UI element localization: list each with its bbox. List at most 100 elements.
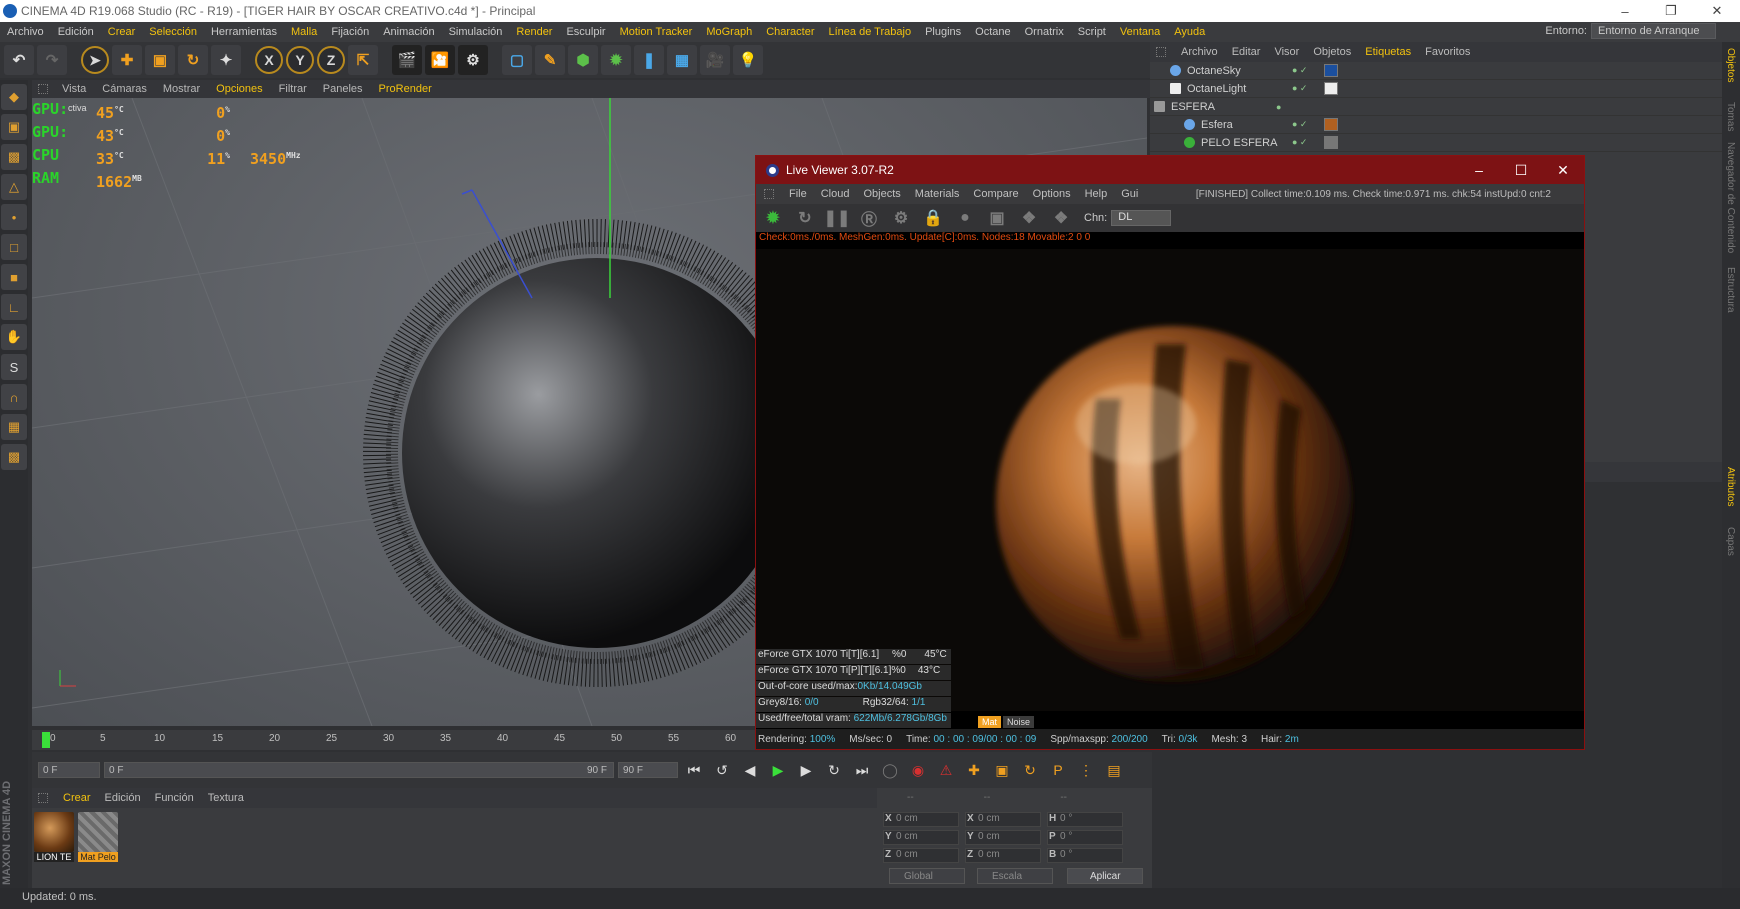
menu-character[interactable]: Character: [759, 26, 821, 38]
object-row[interactable]: ESFERA ●: [1150, 98, 1722, 116]
menu-motion-tracker[interactable]: Motion Tracker: [613, 26, 700, 38]
visibility-flags[interactable]: ●: [1276, 102, 1306, 112]
size-x-field[interactable]: X0 cm: [965, 812, 1041, 827]
floor-icon[interactable]: ▦: [667, 45, 697, 75]
om-menu-objetos[interactable]: Objetos: [1306, 46, 1358, 58]
pick-material-icon[interactable]: ❖: [1048, 206, 1074, 230]
pick-focus-icon[interactable]: ❖: [1016, 206, 1042, 230]
go-to-end-icon[interactable]: ⏭: [850, 758, 874, 782]
region-render-icon[interactable]: Ⓡ: [856, 206, 882, 230]
render-settings-icon[interactable]: ⚙: [458, 45, 488, 75]
rotate-tool-icon[interactable]: ↻: [178, 45, 208, 75]
apply-button[interactable]: Aplicar: [1067, 868, 1143, 884]
lv-menu-options[interactable]: Options: [1026, 188, 1078, 200]
undo-icon[interactable]: ↶: [4, 45, 34, 75]
texture-mode-icon[interactable]: ▩: [1, 144, 27, 170]
subsampling-icon[interactable]: ▣: [984, 206, 1010, 230]
menu-malla[interactable]: Malla: [284, 26, 324, 38]
size-mode-dropdown[interactable]: Escala: [977, 868, 1053, 884]
maximize-button[interactable]: ❐: [1648, 0, 1694, 22]
size-z-field[interactable]: Z0 cm: [965, 848, 1041, 863]
axis-mode-icon[interactable]: ∟: [1, 294, 27, 320]
lock-workplane-icon[interactable]: ▦: [1, 414, 27, 440]
next-frame-icon[interactable]: ▶: [794, 758, 818, 782]
om-menu-favoritos[interactable]: Favoritos: [1418, 46, 1477, 58]
material-tag-icon[interactable]: [1324, 136, 1338, 149]
material-swatch[interactable]: Mat Pelo: [78, 812, 118, 866]
menu-seleccion[interactable]: Selección: [142, 26, 204, 38]
next-keyframe-icon[interactable]: ↻: [822, 758, 846, 782]
menu-plugins[interactable]: Plugins: [918, 26, 968, 38]
pause-icon[interactable]: ❚❚: [824, 206, 851, 230]
octane-tag-icon[interactable]: [1324, 64, 1338, 77]
key-position-icon[interactable]: ✚: [962, 758, 986, 782]
om-menu-etiquetas[interactable]: Etiquetas: [1358, 46, 1418, 58]
lv-menu-help[interactable]: Help: [1078, 188, 1115, 200]
om-menu-visor[interactable]: Visor: [1267, 46, 1306, 58]
lv-maximize-button[interactable]: ☐: [1500, 156, 1542, 184]
lv-menu-cloud[interactable]: Cloud: [814, 188, 857, 200]
noise-tag[interactable]: Noise: [1003, 716, 1035, 728]
coordinate-system-icon[interactable]: ⇱: [348, 45, 378, 75]
subdivision-icon[interactable]: ⬢: [568, 45, 598, 75]
menu-octane[interactable]: Octane: [968, 26, 1017, 38]
texture-tag-icon[interactable]: [1324, 118, 1338, 131]
magnet-icon[interactable]: ∩: [1, 384, 27, 410]
lock-icon[interactable]: 🔒: [920, 206, 946, 230]
lv-minimize-button[interactable]: –: [1458, 156, 1500, 184]
position-x-field[interactable]: X0 cm: [883, 812, 959, 827]
end-frame-field[interactable]: 90 F: [618, 762, 678, 778]
polygons-mode-icon[interactable]: ■: [1, 264, 27, 290]
rotation-p-field[interactable]: P0 °: [1047, 830, 1123, 845]
timeline-playhead[interactable]: [42, 732, 50, 748]
redo-icon[interactable]: ↷: [37, 45, 67, 75]
position-y-field[interactable]: Y0 cm: [883, 830, 959, 845]
menu-ornatrix[interactable]: Ornatrix: [1018, 26, 1071, 38]
channel-dropdown[interactable]: DL: [1111, 210, 1172, 226]
grid-icon[interactable]: ▩: [1, 444, 27, 470]
menu-script[interactable]: Script: [1071, 26, 1113, 38]
viewport-menu-vista[interactable]: Vista: [54, 83, 94, 95]
viewport-menu-filtrar[interactable]: Filtrar: [271, 83, 315, 95]
close-button[interactable]: ✕: [1694, 0, 1740, 22]
viewport-menu-prorender[interactable]: ProRender: [371, 83, 440, 95]
lv-menu-gui[interactable]: Gui: [1114, 188, 1145, 200]
clay-mode-icon[interactable]: ●: [952, 206, 978, 230]
mat-tag[interactable]: Mat: [978, 716, 1002, 728]
menu-render[interactable]: Render: [509, 26, 559, 38]
key-scale-icon[interactable]: ▣: [990, 758, 1014, 782]
light-tag-icon[interactable]: [1324, 82, 1338, 95]
lv-menu-compare[interactable]: Compare: [966, 188, 1025, 200]
position-z-field[interactable]: Z0 cm: [883, 848, 959, 863]
move-tool-icon[interactable]: ✚: [112, 45, 142, 75]
menu-ventana[interactable]: Ventana: [1113, 26, 1167, 38]
viewport-menu-camaras[interactable]: Cámaras: [94, 83, 155, 95]
tab-navegador[interactable]: Navegador de Contenido: [1725, 142, 1736, 253]
menu-crear[interactable]: Crear: [101, 26, 143, 38]
render-picture-viewer-icon[interactable]: 🎦: [425, 45, 455, 75]
menu-simulacion[interactable]: Simulación: [442, 26, 510, 38]
key-points-icon[interactable]: ⋮: [1074, 758, 1098, 782]
restart-render-icon[interactable]: ↻: [792, 206, 818, 230]
mm-menu-edicion[interactable]: Edición: [98, 792, 148, 804]
send-scene-icon[interactable]: ✹: [760, 206, 786, 230]
settings-icon[interactable]: ⚙: [888, 206, 914, 230]
light-icon[interactable]: 💡: [733, 45, 763, 75]
panel-grip-icon[interactable]: [38, 84, 48, 94]
camera-icon[interactable]: 🎥: [700, 45, 730, 75]
model-mode-icon[interactable]: ▣: [1, 114, 27, 140]
material-swatch[interactable]: LION TE: [34, 812, 74, 866]
points-mode-icon[interactable]: •: [1, 204, 27, 230]
mm-menu-crear[interactable]: Crear: [56, 792, 98, 804]
key-rotation-icon[interactable]: ↻: [1018, 758, 1042, 782]
cube-icon[interactable]: ▢: [502, 45, 532, 75]
lv-menu-objects[interactable]: Objects: [856, 188, 907, 200]
viewport-menu-paneles[interactable]: Paneles: [315, 83, 371, 95]
object-row[interactable]: PELO ESFERA ● ✓: [1150, 134, 1722, 152]
object-row[interactable]: OctaneLight ● ✓: [1150, 80, 1722, 98]
menu-ayuda[interactable]: Ayuda: [1167, 26, 1212, 38]
scale-tool-icon[interactable]: ▣: [145, 45, 175, 75]
om-menu-archivo[interactable]: Archivo: [1174, 46, 1225, 58]
om-menu-editar[interactable]: Editar: [1225, 46, 1268, 58]
menu-esculpir[interactable]: Esculpir: [559, 26, 612, 38]
